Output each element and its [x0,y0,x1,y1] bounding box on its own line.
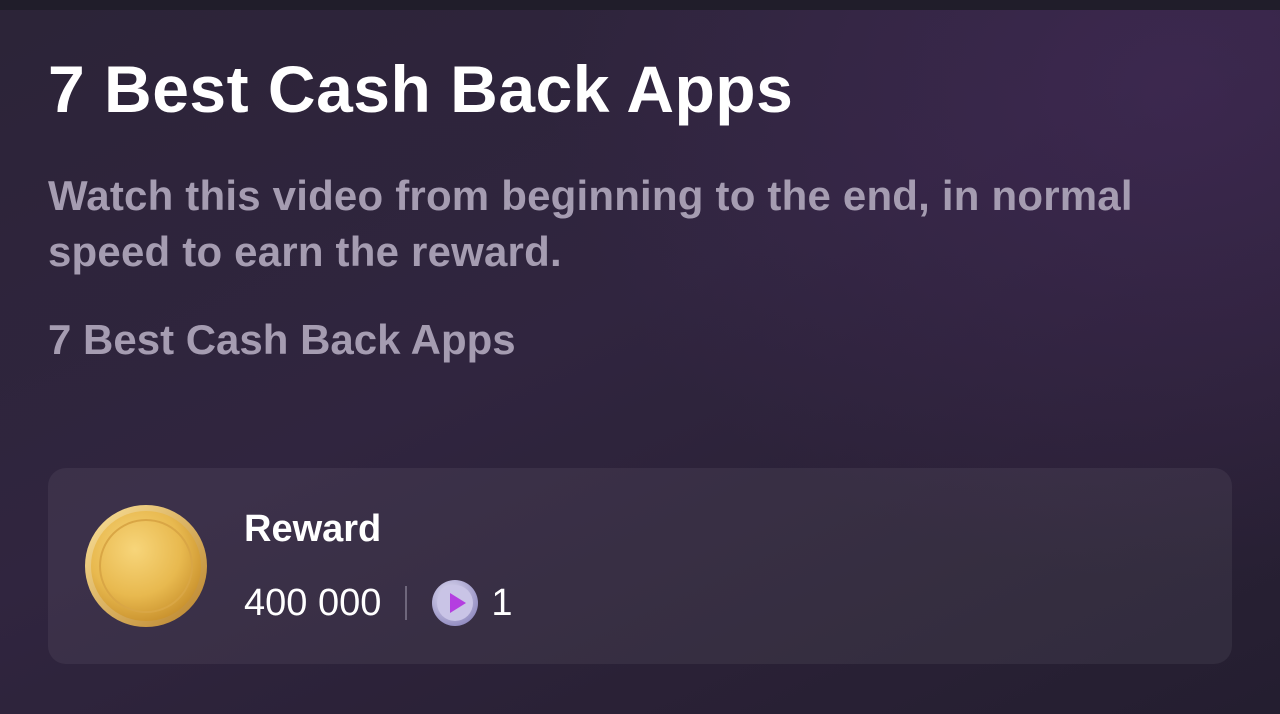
reward-divider [405,586,408,620]
reward-values: 400 000 1 [244,578,513,628]
reward-amount: 400 000 [244,582,382,624]
video-instructions: Watch this video from beginning to the e… [48,172,1133,275]
video-subtitle: 7 Best Cash Back Apps [48,316,516,363]
gold-coin-icon [85,505,207,627]
reward-label: Reward [244,508,382,550]
reward-card: Reward 400 000 1 [48,468,1232,664]
video-title: 7 Best Cash Back Apps [48,52,794,126]
reward-view-count: 1 [491,582,513,624]
play-icon [432,580,479,626]
top-strip [0,0,1280,10]
